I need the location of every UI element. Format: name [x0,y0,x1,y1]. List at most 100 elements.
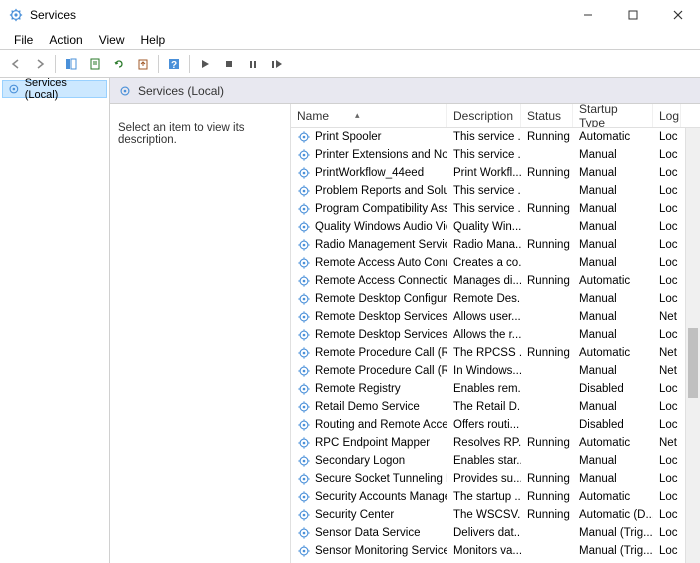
show-hide-tree-button[interactable] [60,53,82,75]
service-row[interactable]: Remote Procedure Call (RP...In Windows..… [291,362,700,380]
menu-action[interactable]: Action [41,32,90,48]
gear-icon [297,472,311,486]
vertical-scrollbar[interactable] [685,128,700,563]
maximize-button[interactable] [610,0,655,30]
menu-file[interactable]: File [6,32,41,48]
service-row[interactable]: Print SpoolerThis service ...RunningAuto… [291,128,700,146]
cell-logon: Loc [653,419,681,431]
gear-icon [297,292,311,306]
restart-service-button[interactable] [266,53,288,75]
stop-service-button[interactable] [218,53,240,75]
forward-button[interactable] [29,53,51,75]
column-header-startup[interactable]: Startup Type [573,104,653,127]
service-row[interactable]: Quality Windows Audio Vid...Quality Win.… [291,218,700,236]
service-row[interactable]: Retail Demo ServiceThe Retail D...Manual… [291,398,700,416]
scrollbar-thumb[interactable] [688,328,698,398]
gear-icon [297,220,311,234]
cell-description: The startup ... [447,491,521,503]
cell-status: Running [521,203,573,215]
refresh-button[interactable] [108,53,130,75]
cell-name: Routing and Remote Access [291,418,447,432]
cell-description: The Retail D... [447,401,521,413]
cell-startup: Manual [573,257,653,269]
service-row[interactable]: PrintWorkflow_44eedPrint Workfl...Runnin… [291,164,700,182]
cell-description: This service ... [447,203,521,215]
cell-logon: Loc [653,527,681,539]
export-button[interactable] [132,53,154,75]
cell-description: Manages di... [447,275,521,287]
service-row[interactable]: Remote Desktop ServicesAllows user...Man… [291,308,700,326]
service-row[interactable]: Sensor Monitoring ServiceMonitors va...M… [291,542,700,560]
properties-button[interactable] [84,53,106,75]
service-row[interactable]: Problem Reports and Soluti...This servic… [291,182,700,200]
gear-icon [297,148,311,162]
menu-view[interactable]: View [91,32,133,48]
cell-description: Monitors va... [447,545,521,557]
column-header-status[interactable]: Status [521,104,573,127]
cell-name: Secondary Logon [291,454,447,468]
cell-logon: Loc [653,149,681,161]
cell-startup: Manual [573,365,653,377]
cell-logon: Loc [653,221,681,233]
service-row[interactable]: Remote Desktop Configurat...Remote Des..… [291,290,700,308]
minimize-button[interactable] [565,0,610,30]
service-row[interactable]: Routing and Remote AccessOffers routi...… [291,416,700,434]
service-row[interactable]: Radio Management ServiceRadio Mana...Run… [291,236,700,254]
service-row[interactable]: Remote Procedure Call (RPC)The RPCSS ...… [291,344,700,362]
toolbar-separator [189,55,190,73]
cell-logon: Loc [653,203,681,215]
service-row[interactable]: Program Compatibility Assi...This servic… [291,200,700,218]
cell-logon: Net [653,365,681,377]
window-title: Services [30,8,76,22]
service-row[interactable]: Remote Desktop Services U...Allows the r… [291,326,700,344]
service-row[interactable]: Remote RegistryEnables rem...DisabledLoc [291,380,700,398]
gear-icon [297,184,311,198]
app-icon [8,7,24,23]
close-button[interactable] [655,0,700,30]
gear-icon [297,436,311,450]
list-header: Name Description Status Startup Type Log [291,104,700,128]
cell-description: In Windows... [447,365,521,377]
cell-name: Remote Procedure Call (RPC) [291,346,447,360]
cell-logon: Loc [653,239,681,251]
gear-icon [297,310,311,324]
back-button[interactable] [5,53,27,75]
service-row[interactable]: Security CenterThe WSCSV...RunningAutoma… [291,506,700,524]
cell-startup: Manual [573,149,653,161]
cell-description: Enables rem... [447,383,521,395]
column-header-description[interactable]: Description [447,104,521,127]
cell-startup: Manual (Trig... [573,527,653,539]
service-row[interactable]: Secondary LogonEnables star...ManualLoc [291,452,700,470]
toolbar-separator [55,55,56,73]
menu-help[interactable]: Help [133,32,174,48]
gear-icon [297,346,311,360]
tree-pane: Services (Local) [0,78,110,563]
cell-name: Secure Socket Tunneling Pr... [291,472,447,486]
service-row[interactable]: Security Accounts ManagerThe startup ...… [291,488,700,506]
cell-name: Remote Registry [291,382,447,396]
start-service-button[interactable] [194,53,216,75]
service-row[interactable]: Printer Extensions and Notif...This serv… [291,146,700,164]
cell-name: Remote Access Connection... [291,274,447,288]
service-row[interactable]: Secure Socket Tunneling Pr...Provides su… [291,470,700,488]
cell-name: Printer Extensions and Notif... [291,148,447,162]
cell-startup: Manual [573,239,653,251]
cell-name: Remote Access Auto Conne... [291,256,447,270]
service-row[interactable]: Remote Access Auto Conne...Creates a co.… [291,254,700,272]
service-row[interactable]: Remote Access Connection...Manages di...… [291,272,700,290]
service-row[interactable]: RPC Endpoint MapperResolves RP...Running… [291,434,700,452]
service-row[interactable]: Sensor Data ServiceDelivers dat...Manual… [291,524,700,542]
gear-icon [297,454,311,468]
gear-icon [297,202,311,216]
cell-logon: Loc [653,545,681,557]
pause-service-button[interactable] [242,53,264,75]
help-button[interactable]: ? [163,53,185,75]
gear-icon [297,130,311,144]
cell-description: The WSCSV... [447,509,521,521]
tree-root-item[interactable]: Services (Local) [2,80,107,98]
toolbar-separator [158,55,159,73]
column-header-name[interactable]: Name [291,104,447,127]
cell-logon: Loc [653,491,681,503]
column-header-logon[interactable]: Log [653,104,681,127]
gear-icon [297,256,311,270]
